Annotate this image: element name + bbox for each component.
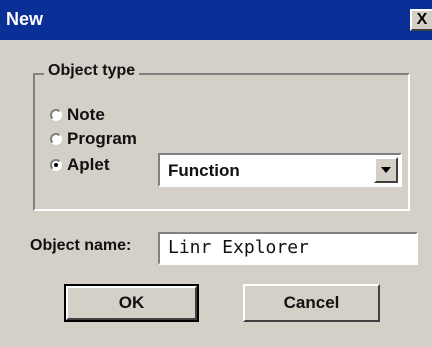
ok-button-label: OK [118, 293, 145, 312]
object-name-input[interactable]: Linr Explorer [158, 232, 418, 265]
radio-note-label: Note [67, 105, 105, 124]
aplet-dropdown[interactable]: Function [158, 153, 402, 187]
radio-icon[interactable] [50, 109, 62, 121]
object-name-label: Object name: [30, 237, 132, 254]
window-title: New [6, 9, 44, 29]
close-icon: X [416, 11, 428, 28]
radio-aplet-label: Aplet [67, 155, 110, 174]
chevron-down-icon[interactable] [374, 157, 398, 183]
radio-note[interactable]: Note [50, 105, 105, 125]
title-bar[interactable]: New X [0, 0, 432, 40]
aplet-dropdown-value: Function [168, 161, 240, 180]
cancel-button-label: Cancel [283, 293, 340, 312]
ok-button[interactable]: OK [64, 284, 199, 322]
radio-program-label: Program [67, 129, 137, 148]
radio-icon[interactable] [50, 133, 62, 145]
cancel-button[interactable]: Cancel [243, 284, 380, 322]
radio-program[interactable]: Program [50, 129, 137, 149]
object-type-label: Object type [44, 62, 140, 80]
close-button[interactable]: X [410, 9, 432, 31]
radio-selected-icon[interactable] [50, 159, 62, 171]
new-dialog: New X Object type Note Program Aplet Fun… [0, 0, 432, 347]
radio-aplet[interactable]: Aplet [50, 155, 110, 175]
